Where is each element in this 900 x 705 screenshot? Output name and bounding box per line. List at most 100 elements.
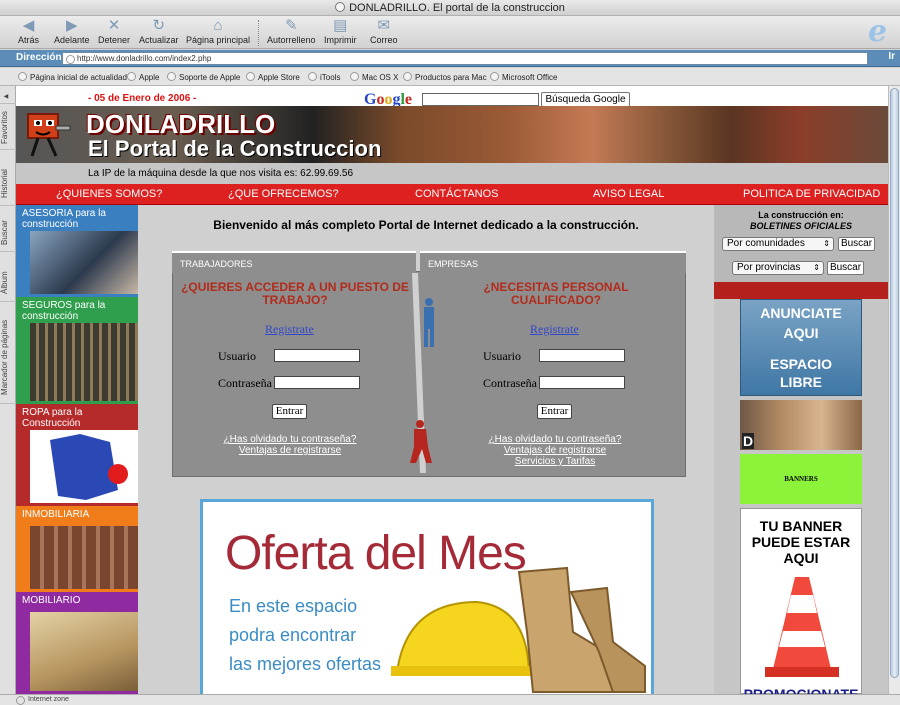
provinces-select-value: Por provincias [737, 262, 801, 273]
category-asesoria[interactable]: ASESORIA para la construcción [16, 205, 138, 297]
home-label: Página principal [186, 35, 251, 45]
autofill-button[interactable]: ✎ Autorrelleno [267, 17, 316, 46]
workers-enter-button[interactable]: Entrar [272, 404, 307, 419]
select-arrows-icon: ⇕ [813, 263, 820, 272]
stop-label: Detener [98, 35, 131, 45]
companies-advantages-link[interactable]: Ventajas de registrarse [470, 445, 640, 456]
offer-line: las mejores ofertas [229, 654, 382, 674]
companies-services-link[interactable]: Servicios y Tarifas [470, 456, 640, 467]
favorite-link[interactable]: Soporte de Apple [167, 72, 240, 82]
construction-site-photo [30, 323, 138, 401]
google-search-button[interactable]: Búsqueda Google [541, 92, 630, 107]
communities-search-button[interactable]: Buscar [838, 237, 875, 251]
companies-tab[interactable]: EMPRESAS [420, 251, 686, 273]
companies-password-input[interactable] [539, 376, 625, 389]
traffic-cone-icon [765, 577, 839, 677]
favorite-link[interactable]: Mac OS X [350, 72, 398, 82]
businessmen-photo [30, 231, 138, 294]
promo-line: TU BANNER [759, 518, 843, 534]
menu-politica-privacidad[interactable]: POLITICA DE PRIVACIDAD [743, 188, 880, 200]
stop-button[interactable]: ✕ Detener [98, 18, 131, 46]
companies-user-label: Usuario [483, 349, 521, 363]
forward-label: Adelante [54, 35, 90, 45]
welcome-heading: Bienvenido al más completo Portal de Int… [213, 218, 639, 232]
ip-info-bar: La IP de la máquina desde la que nos vis… [16, 163, 888, 184]
main-menu: ¿QUIENES SOMOS? ¿QUE OFRECEMOS? CONTÁCTA… [16, 184, 888, 205]
favorite-link[interactable]: Apple Store [246, 72, 300, 82]
vertical-scrollbar[interactable] [888, 86, 900, 694]
tools-banner[interactable]: D [740, 400, 862, 450]
boletines-subtitle: BOLETINES OFICIALES [749, 221, 852, 231]
workers-register-link[interactable]: Registrate [265, 322, 314, 337]
favorite-link[interactable]: Apple [127, 72, 159, 82]
menu-aviso-legal[interactable]: AVISO LEGAL [593, 188, 664, 200]
side-tab-history[interactable]: Historial [0, 162, 16, 206]
side-tab-favorites[interactable]: Favoritos [0, 106, 16, 150]
workers-title: ¿QUIERES ACCEDER A UN PUESTO DE TRABAJO? [181, 280, 409, 307]
category-ropa[interactable]: ROPA para la Construcción [16, 404, 138, 506]
anunciate-banner[interactable]: ANUNCIATE AQUI ESPACIO LIBRE [740, 299, 862, 396]
scrollbar-thumb[interactable] [890, 88, 899, 678]
category-label: MOBILIARIO [22, 595, 81, 606]
side-tab-album[interactable]: Álbum [0, 264, 16, 302]
menu-quienes-somos[interactable]: ¿QUIENES SOMOS? [56, 188, 162, 200]
refresh-button[interactable]: ↻ Actualizar [139, 18, 179, 46]
promociónate-banner[interactable]: TU BANNER PUEDE ESTAR AQUI PROMOCIONATE [740, 508, 862, 694]
favorite-link[interactable]: Microsoft Office [490, 72, 557, 82]
ad-text: AQUI [783, 325, 819, 341]
favorite-link[interactable]: Productos para Mac [403, 72, 487, 82]
provinces-select[interactable]: Por provincias ⇕ [732, 261, 824, 275]
workers-tab[interactable]: TRABAJADORES [172, 251, 416, 273]
menu-contactanos[interactable]: CONTÁCTANOS [415, 188, 499, 200]
main-content: Bienvenido al más completo Portal de Int… [138, 205, 714, 694]
ad-text: ANUNCIATE [760, 305, 842, 321]
offer-of-the-month[interactable]: Oferta del Mes En este espacio podra enc… [200, 499, 654, 694]
tools-banner-mark: D [742, 433, 755, 449]
standing-worker-icon [424, 298, 434, 347]
companies-user-input[interactable] [539, 349, 625, 362]
banners-ad[interactable]: BANNERS [740, 454, 862, 504]
side-tab-bookmarks[interactable]: Marcador de páginas [0, 312, 16, 404]
google-search-strip: - 05 de Enero de 2006 - Google Búsqueda … [16, 86, 888, 108]
favorites-bar: Página inicial de actualidad Apple Sopor… [0, 68, 900, 86]
category-seguros[interactable]: SEGUROS para la construcción [16, 297, 138, 404]
autofill-label: Autorrelleno [267, 35, 316, 45]
favorite-link[interactable]: iTools [308, 72, 340, 82]
category-column: ASESORIA para la construcción SEGUROS pa… [16, 205, 138, 694]
banners-label: BANNERS [784, 475, 818, 483]
category-label: ROPA para la Construcción [22, 407, 83, 429]
back-button[interactable]: ◀ Atrás [18, 17, 39, 46]
menu-que-ofrecemos[interactable]: ¿QUE OFRECEMOS? [228, 188, 339, 200]
favorite-link[interactable]: Página inicial de actualidad [18, 72, 127, 82]
side-collapse-icon[interactable]: ▸ [0, 89, 16, 104]
window-title-bar: DONLADRILLO. El portal de la construccio… [0, 0, 900, 16]
buildings-photo [30, 526, 138, 589]
workers-advantages-link[interactable]: Ventajas de registrarse [205, 445, 375, 456]
forward-button[interactable]: ▶ Adelante [54, 18, 90, 46]
address-input[interactable]: http://www.donladrillo.com/index2.php [62, 52, 868, 65]
google-search-input[interactable] [422, 93, 539, 106]
companies-enter-button[interactable]: Entrar [537, 404, 572, 419]
side-tab-search[interactable]: Buscar [0, 214, 16, 252]
workers-user-input[interactable] [274, 349, 360, 362]
furniture-photo [30, 612, 138, 691]
print-button[interactable]: ▤ Imprimir [324, 18, 357, 46]
explorer-side-tabs: ▸ Favoritos Historial Buscar Álbum Marca… [0, 86, 16, 694]
autofill-pen-icon: ✎ [284, 17, 298, 34]
web-page: - 05 de Enero de 2006 - Google Búsqueda … [16, 86, 888, 694]
category-inmobiliaria[interactable]: INMOBILIARIA [16, 506, 138, 592]
workers-forgot-password-link[interactable]: ¿Has olvidado tu contraseña? [205, 434, 375, 445]
provinces-search-button[interactable]: Buscar [827, 261, 864, 275]
go-button[interactable]: Ir [888, 51, 895, 62]
back-arrow-icon: ◀ [22, 17, 35, 34]
workers-password-input[interactable] [274, 376, 360, 389]
workers-password-label: Contraseña [218, 376, 272, 390]
category-mobiliario[interactable]: MOBILIARIO [16, 592, 138, 694]
companies-forgot-password-link[interactable]: ¿Has olvidado tu contraseña? [470, 434, 640, 445]
companies-register-link[interactable]: Registrate [530, 322, 579, 337]
address-bar: Dirección: http://www.donladrillo.com/in… [0, 50, 900, 67]
communities-select[interactable]: Por comunidades ⇕ [722, 237, 834, 251]
home-button[interactable]: ⌂ Página principal [186, 18, 251, 46]
mail-button[interactable]: ✉ Correo [370, 18, 398, 46]
promo-line: PUEDE ESTAR [751, 534, 851, 550]
